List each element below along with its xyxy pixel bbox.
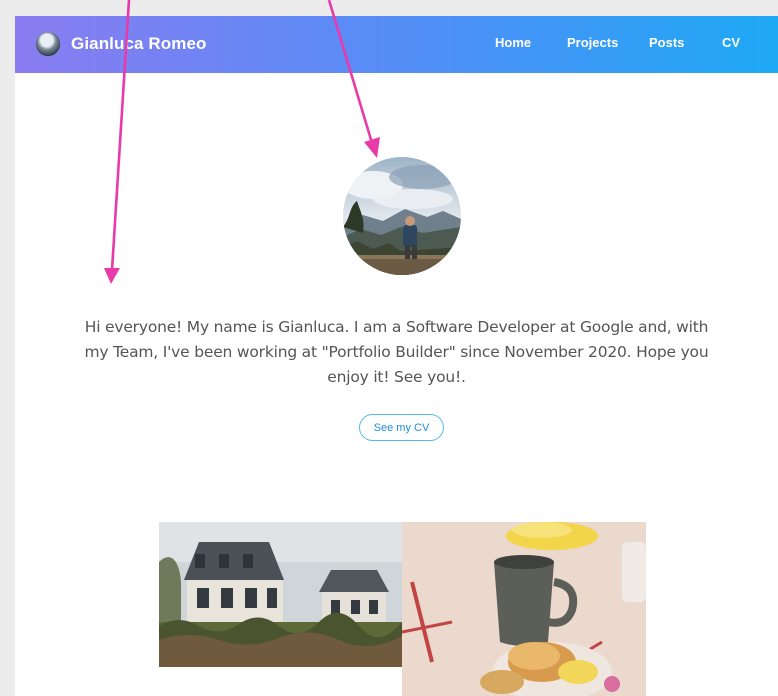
breakfast-image xyxy=(402,522,646,696)
house-image xyxy=(159,522,402,667)
nav-link-projects[interactable]: Projects xyxy=(567,35,618,50)
gallery-photo-house[interactable] xyxy=(159,522,402,667)
see-cv-button[interactable]: See my CV xyxy=(359,414,444,441)
photo-gallery xyxy=(159,522,646,696)
page: Gianluca Romeo Home Projects Posts CV Hi… xyxy=(15,16,778,696)
navbar: Gianluca Romeo Home Projects Posts CV xyxy=(15,16,778,73)
nav-link-home[interactable]: Home xyxy=(495,35,531,50)
nav-link-posts[interactable]: Posts xyxy=(649,35,684,50)
gallery-photo-breakfast[interactable] xyxy=(402,522,646,696)
nav-links: Home Projects Posts CV xyxy=(15,16,778,73)
intro-text: Hi everyone! My name is Gianluca. I am a… xyxy=(84,317,709,386)
profile-photo xyxy=(343,157,461,275)
profile-photo-image xyxy=(343,157,461,275)
nav-link-cv[interactable]: CV xyxy=(722,35,740,50)
